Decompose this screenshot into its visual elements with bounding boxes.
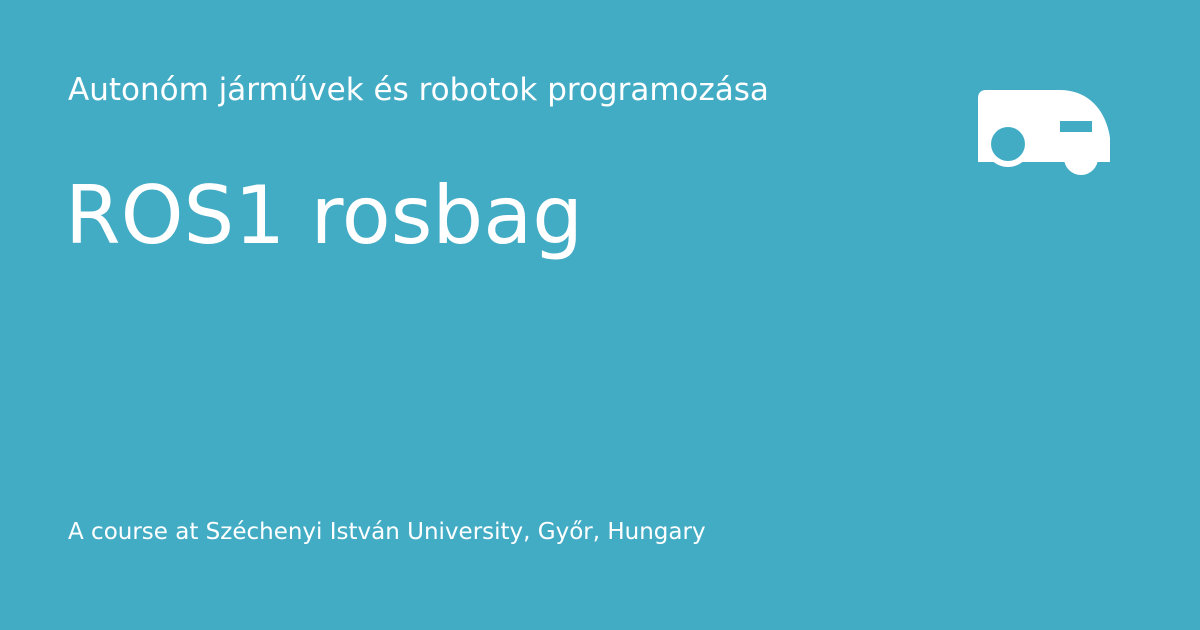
vehicle-icon xyxy=(976,88,1112,176)
vehicle-rear-wheel-shape xyxy=(1064,141,1098,175)
site-name: Autonóm járművek és robotok programozása xyxy=(68,72,769,108)
page-title: ROS1 rosbag xyxy=(65,169,584,262)
vehicle-front-wheel-hub xyxy=(991,127,1025,161)
course-description: A course at Széchenyi István University,… xyxy=(68,519,706,545)
social-card: Autonóm járművek és robotok programozása… xyxy=(0,0,1200,630)
vehicle-window-shape xyxy=(1060,121,1092,132)
